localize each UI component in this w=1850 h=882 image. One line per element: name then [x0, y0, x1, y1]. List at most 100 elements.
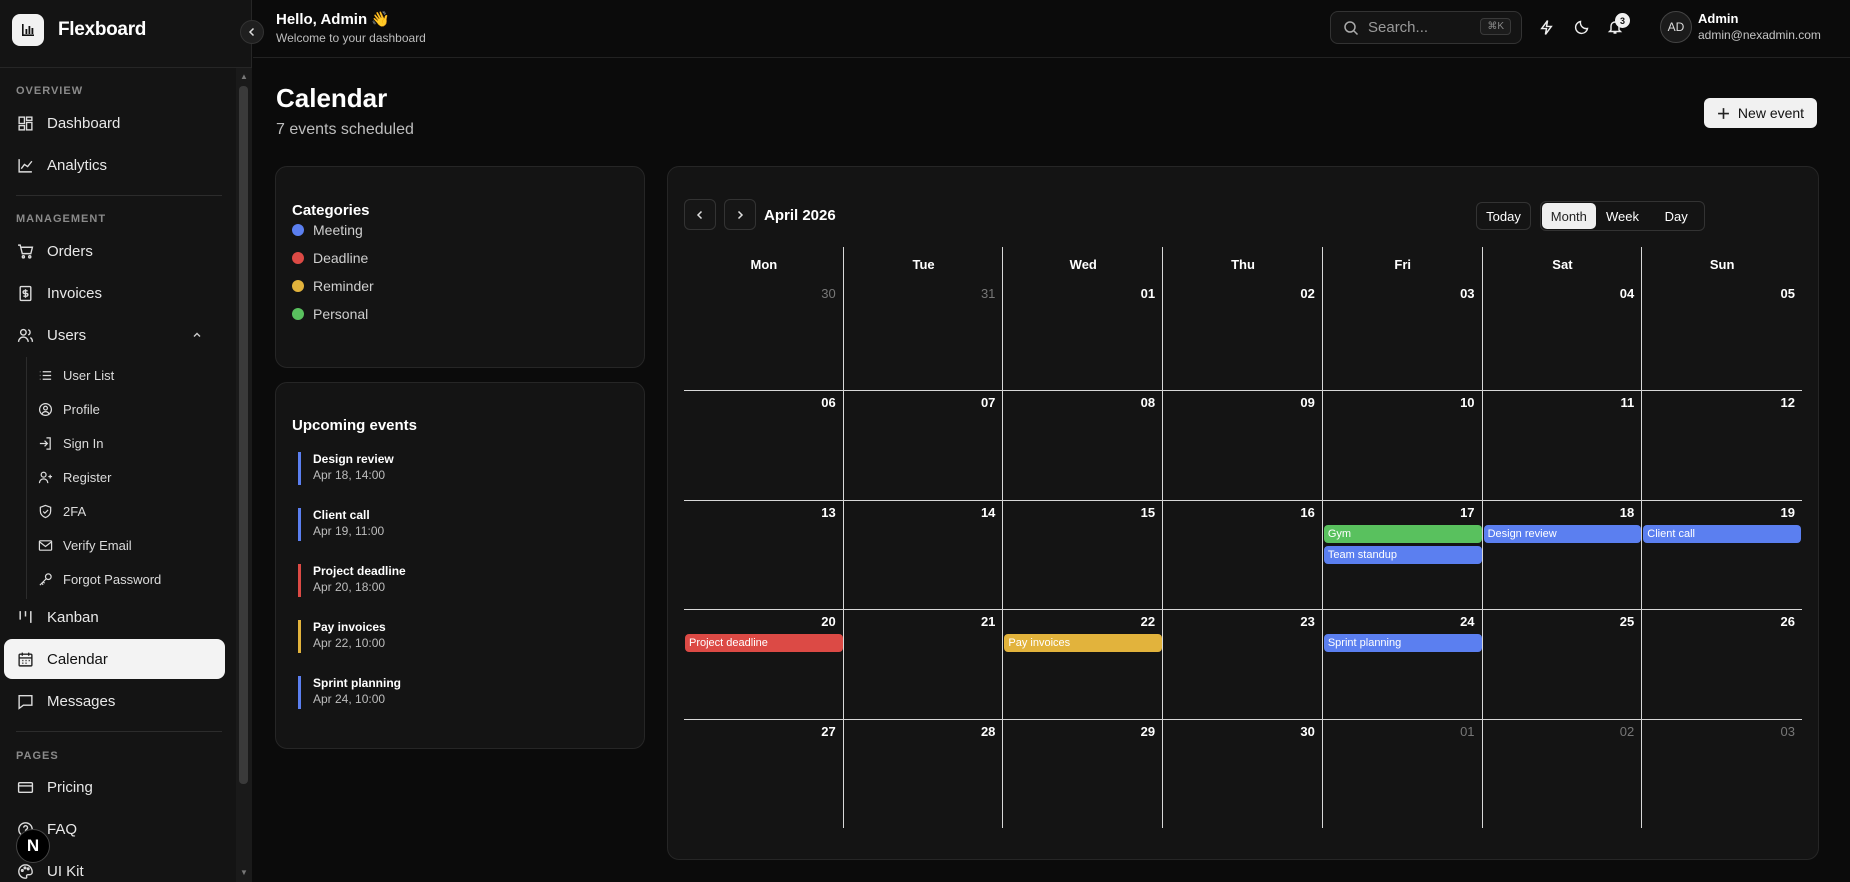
day-cell[interactable]: 01 [1323, 718, 1483, 828]
day-cell[interactable]: 27 [684, 718, 844, 828]
day-number: 25 [1619, 614, 1635, 630]
sidebar-item-label: Users [47, 326, 87, 344]
day-cell[interactable]: 03 [1642, 719, 1802, 828]
day-cell[interactable]: 19 [1642, 500, 1802, 609]
cart-icon [18, 243, 34, 259]
today-button[interactable]: Today [1476, 202, 1531, 230]
analytics-icon [18, 158, 33, 173]
day-cell[interactable]: 25 [1483, 609, 1643, 719]
day-cell[interactable]: 21 [844, 609, 1004, 719]
category-item[interactable]: Personal [292, 306, 368, 322]
day-cell[interactable]: 04 [1483, 281, 1643, 391]
view-week-button[interactable]: Week [1596, 203, 1650, 229]
sidebar-item-label: UI Kit [47, 862, 84, 880]
day-cell[interactable]: 08 [1003, 390, 1164, 500]
sidebar-subitem-sign-in[interactable]: Sign In [38, 428, 103, 458]
sidebar-subitem-2fa[interactable]: 2FA [38, 496, 86, 526]
sidebar-collapse-button[interactable] [240, 20, 264, 44]
day-cell[interactable]: 23 [1163, 609, 1323, 719]
day-cell[interactable]: 09 [1163, 390, 1323, 500]
day-cell[interactable]: 24 [1323, 609, 1483, 719]
sidebar-subitem-profile[interactable]: Profile [38, 394, 100, 424]
view-month-button[interactable]: Month [1542, 203, 1596, 229]
calendar-event[interactable]: Design review [1483, 524, 1642, 543]
sidebar-subitem-user-list[interactable]: User List [38, 360, 114, 390]
sidebar-subitem-forgot-password[interactable]: Forgot Password [38, 564, 161, 594]
day-cell[interactable]: 30 [1163, 718, 1323, 828]
day-cell[interactable]: 02 [1163, 281, 1323, 391]
day-cell[interactable]: 05 [1642, 281, 1802, 390]
day-cell[interactable]: 28 [844, 718, 1004, 828]
calendar-event[interactable]: Project deadline [685, 634, 843, 653]
prev-month-button[interactable] [684, 199, 716, 230]
sidebar-item-pricing[interactable]: Pricing [4, 767, 225, 807]
day-number: 05 [1780, 286, 1795, 301]
theme-toggle-button[interactable] [1571, 16, 1593, 38]
sidebar-item-label: Dashboard [47, 114, 121, 132]
message-icon [18, 694, 33, 710]
n-badge[interactable]: N [16, 829, 50, 863]
day-cell[interactable]: 15 [1003, 499, 1164, 610]
day-cell[interactable]: 22 [1003, 609, 1164, 719]
sidebar-item-invoices[interactable]: Invoices [4, 273, 225, 313]
sidebar-subitem-verify-email[interactable]: Verify Email [38, 530, 132, 560]
category-item[interactable]: Meeting [292, 222, 363, 238]
calendar-event[interactable]: Pay invoices [1004, 634, 1163, 653]
quick-actions-button[interactable] [1535, 16, 1557, 38]
scroll-thumb[interactable] [239, 86, 248, 784]
sidebar-item-messages[interactable]: Messages [4, 681, 225, 721]
upcoming-event-item[interactable]: Project deadline Apr 20, 18:00 [298, 564, 406, 597]
day-cell[interactable]: 03 [1323, 281, 1483, 391]
sidebar-item-users[interactable]: Users [4, 315, 225, 355]
upcoming-event-item[interactable]: Design review Apr 18, 14:00 [298, 452, 394, 485]
calendar-event[interactable]: Sprint planning [1323, 634, 1482, 653]
day-cell[interactable]: 12 [1642, 390, 1802, 499]
avatar[interactable]: AD [1660, 11, 1692, 43]
sidebar-item-orders[interactable]: Orders [4, 231, 225, 271]
sidebar-subitem-register[interactable]: Register [38, 462, 111, 492]
notifications-button[interactable]: 3 [1604, 13, 1630, 38]
user-name[interactable]: Admin [1698, 11, 1738, 26]
sidebar-item-kanban[interactable]: Kanban [4, 597, 225, 637]
weekday-header: Tue [912, 256, 935, 272]
upcoming-event-item[interactable]: Client call Apr 19, 11:00 [298, 508, 384, 541]
sidebar-item-dashboard[interactable]: Dashboard [4, 103, 225, 143]
day-cell[interactable]: 30 [684, 281, 844, 391]
day-cell[interactable]: 29 [1003, 718, 1164, 828]
day-cell[interactable]: 16 [1163, 499, 1323, 610]
next-month-button[interactable] [724, 199, 756, 230]
upcoming-event-name: Design review [313, 452, 394, 466]
day-cell[interactable]: 18 [1483, 499, 1643, 610]
upcoming-event-item[interactable]: Pay invoices Apr 22, 10:00 [298, 620, 386, 653]
day-cell[interactable]: 11 [1483, 390, 1643, 500]
day-cell[interactable]: 02 [1483, 718, 1643, 828]
sidebar-item-label: Invoices [47, 284, 103, 302]
calendar-event[interactable]: Team standup [1323, 545, 1482, 564]
day-cell[interactable]: 10 [1323, 390, 1483, 500]
day-cell[interactable]: 01 [1003, 281, 1164, 391]
day-cell[interactable]: 14 [844, 499, 1004, 610]
day-cell[interactable]: 26 [1642, 609, 1802, 718]
sidebar-item-calendar[interactable]: Calendar [4, 639, 225, 679]
sidebar-item-analytics[interactable]: Analytics [4, 145, 225, 185]
day-cell[interactable]: 31 [844, 281, 1004, 391]
new-event-button[interactable]: New event [1704, 98, 1817, 128]
scroll-down-icon[interactable]: ▼ [239, 868, 249, 878]
lightning-icon [1539, 19, 1553, 35]
category-item[interactable]: Reminder [292, 278, 374, 294]
brand[interactable]: Flexboard [12, 14, 146, 46]
scroll-up-icon[interactable]: ▲ [239, 72, 249, 82]
view-day-button[interactable]: Day [1649, 203, 1703, 229]
search-input[interactable]: Search... ⌘K [1330, 11, 1522, 44]
calendar-event[interactable]: Client call [1643, 524, 1801, 543]
category-item[interactable]: Deadline [292, 250, 368, 266]
calendar-icon [18, 652, 33, 667]
day-cell[interactable]: 06 [684, 390, 844, 500]
day-cell[interactable]: 13 [684, 499, 844, 610]
calendar-event[interactable]: Gym [1323, 524, 1482, 543]
sidebar-item-label: Analytics [47, 156, 108, 174]
day-cell[interactable]: 20 [684, 609, 844, 719]
day-cell[interactable]: 07 [844, 390, 1004, 500]
sidebar-scrollbar[interactable]: ▲ ▼ [236, 68, 252, 882]
upcoming-event-item[interactable]: Sprint planning Apr 24, 10:00 [298, 676, 401, 709]
